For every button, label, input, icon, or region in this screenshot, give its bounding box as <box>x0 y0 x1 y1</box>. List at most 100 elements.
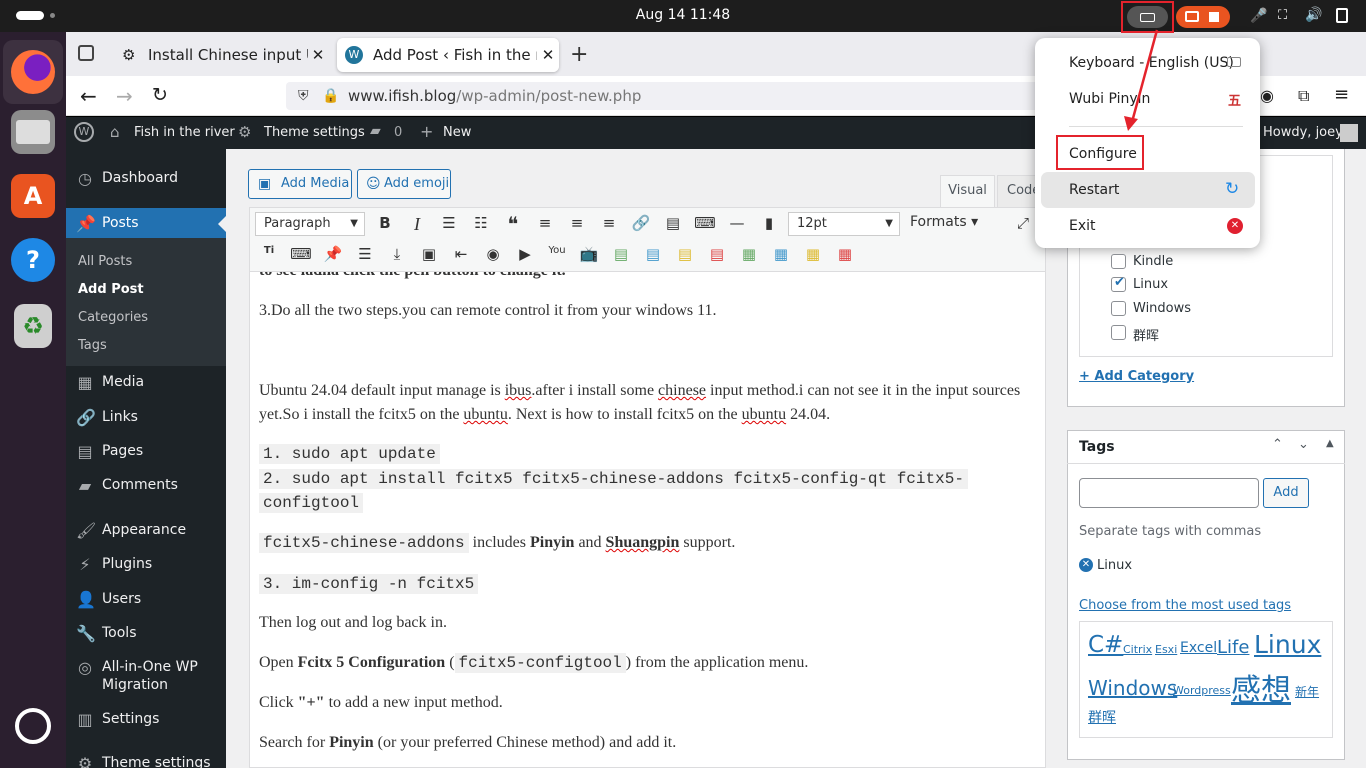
category-checkbox[interactable] <box>1111 325 1126 340</box>
red-box-icon[interactable]: ▤ <box>706 245 728 263</box>
microphone-icon[interactable]: 🎤 <box>1250 8 1267 24</box>
files-icon[interactable] <box>11 110 55 154</box>
tag-cloud-item[interactable]: Linux <box>1254 630 1321 659</box>
blockquote-icon[interactable]: ❝ <box>502 212 524 236</box>
outdent-icon[interactable]: ⇤ <box>450 245 472 263</box>
url-bar[interactable]: ⛨ 🔒 www.ifish.blog/wp-admin/post-new.php <box>286 82 1046 110</box>
category-checkbox[interactable]: ✔ <box>1111 275 1126 292</box>
font-size-select[interactable]: 12pt ▼ <box>788 212 900 236</box>
tv-icon[interactable]: 📺 <box>578 245 600 263</box>
tag-cloud-item[interactable]: 新年 <box>1295 683 1319 700</box>
horizontal-line-icon[interactable]: — <box>726 214 748 232</box>
sidebar-item-settings[interactable]: ▥ Settings <box>66 711 226 733</box>
close-tab-icon[interactable]: ✕ <box>308 38 328 72</box>
show-apps-icon[interactable] <box>15 708 51 744</box>
move-down-icon[interactable]: ⌄ <box>1298 437 1309 452</box>
firefox-icon[interactable] <box>3 40 63 104</box>
keyboard-toolbar-icon[interactable]: ⌨ <box>694 214 716 232</box>
trash-icon[interactable]: ♻ <box>14 304 52 348</box>
sidebar-item-all-in-one-wp[interactable]: ◎ All-in-One WP Migration <box>66 659 226 694</box>
pin-icon[interactable]: 📌 <box>322 245 344 263</box>
help-icon[interactable]: ? <box>11 238 55 282</box>
download-icon[interactable]: ⤓ <box>386 245 408 263</box>
align-center-icon[interactable]: ≡ <box>566 214 588 232</box>
tag-cloud-item[interactable]: Wordpress <box>1173 684 1231 697</box>
submenu-tags[interactable]: Tags <box>78 338 107 353</box>
account-icon[interactable]: ◉ <box>1260 86 1274 105</box>
stack-icon[interactable]: ☰ <box>354 245 376 263</box>
read-more-icon[interactable]: ▤ <box>662 214 684 232</box>
add-category-link[interactable]: + Add Category <box>1079 369 1194 384</box>
sidebar-item-plugins[interactable]: ⚡ Plugins <box>66 556 226 578</box>
link-icon[interactable]: 🔗 <box>630 214 652 232</box>
formats-menu[interactable]: Formats ▾ <box>910 214 978 230</box>
sidebar-item-links[interactable]: 🔗 Links <box>66 409 226 431</box>
choose-tags-link[interactable]: Choose from the most used tags <box>1079 598 1291 613</box>
add-tag-button[interactable]: Add <box>1263 478 1309 508</box>
sidebar-item-comments[interactable]: ▰ Comments <box>66 477 226 499</box>
editor-body[interactable]: to see ladna click the pen button to cha… <box>250 272 1045 768</box>
tag-cloud-item[interactable]: Esxi <box>1155 643 1177 656</box>
keyboard-icon[interactable]: ⌨ <box>290 245 312 263</box>
new-tab-button[interactable]: + <box>570 42 588 67</box>
tag-cloud-item[interactable]: Windows <box>1088 676 1177 700</box>
sidebar-item-dashboard[interactable]: ◷ Dashboard <box>66 170 226 192</box>
tab-list-icon[interactable] <box>78 45 94 61</box>
howdy-user[interactable]: Howdy, joey <box>1263 125 1343 140</box>
sidebar-item-users[interactable]: 👤 Users <box>66 591 226 613</box>
align-right-icon[interactable]: ≡ <box>598 214 620 232</box>
add-media-button[interactable]: ▣ Add Media <box>248 169 352 199</box>
back-icon[interactable]: ← <box>80 84 97 108</box>
menu-icon[interactable]: ≡ <box>1334 84 1349 105</box>
reload-icon[interactable]: ↻ <box>152 84 168 106</box>
youtube-icon[interactable]: You <box>546 245 568 256</box>
red-list-icon[interactable]: ▦ <box>834 245 856 263</box>
avatar[interactable] <box>1340 124 1358 142</box>
tag-cloud-item[interactable]: C# <box>1088 632 1123 658</box>
yellow-box-icon[interactable]: ▤ <box>674 245 696 263</box>
volume-icon[interactable]: 🔊 <box>1305 7 1322 23</box>
tag-cloud-item[interactable]: Citrix <box>1123 643 1152 656</box>
sidebar-item-tools[interactable]: 🔧 Tools <box>66 625 226 647</box>
yellow-list-icon[interactable]: ▦ <box>802 245 824 263</box>
menu-item-restart[interactable]: Restart <box>1069 182 1119 198</box>
theme-settings-link[interactable]: Theme settings <box>264 125 365 140</box>
submenu-categories[interactable]: Categories <box>78 310 148 325</box>
format-select[interactable]: Paragraph ▼ <box>255 212 365 236</box>
sidebar-item-theme-settings[interactable]: ⚙ Theme settings <box>66 755 226 768</box>
screen-share-indicator[interactable] <box>1176 6 1230 28</box>
sidebar-item-pages[interactable]: ▤ Pages <box>66 443 226 465</box>
tag-input[interactable] <box>1079 478 1259 508</box>
blue-list-icon[interactable]: ▦ <box>770 245 792 263</box>
sidebar-item-posts[interactable]: 📌 Posts <box>66 215 226 237</box>
tab-add-post[interactable]: W Add Post ‹ Fish in the river ✕ <box>337 38 559 72</box>
comments-count[interactable]: 0 <box>394 125 402 140</box>
site-name-link[interactable]: Fish in the river <box>134 125 235 140</box>
new-content-link[interactable]: New <box>443 125 471 140</box>
collapse-icon[interactable]: ▲ <box>1326 438 1334 449</box>
extensions-icon[interactable]: ⧉ <box>1298 86 1309 106</box>
green-box-icon[interactable]: ▤ <box>610 245 632 263</box>
tag-cloud-item[interactable]: Excel <box>1180 640 1217 656</box>
green-list-icon[interactable]: ▦ <box>738 245 760 263</box>
category-checkbox[interactable] <box>1111 301 1126 316</box>
tag-cloud-item[interactable]: 群晖 <box>1088 707 1116 727</box>
title-icon[interactable]: Ti <box>258 245 280 256</box>
network-icon[interactable]: ⛶ <box>1278 8 1287 23</box>
numbered-list-icon[interactable]: ☷ <box>470 214 492 232</box>
italic-icon[interactable]: I <box>406 214 428 235</box>
battery-icon[interactable] <box>1336 8 1348 23</box>
category-checkbox[interactable] <box>1111 254 1126 269</box>
bold-icon[interactable]: B <box>374 214 396 232</box>
play-icon[interactable]: ▶ <box>514 245 536 263</box>
forward-icon[interactable]: → <box>116 84 133 108</box>
tag-cloud-item[interactable]: Life <box>1217 637 1249 658</box>
bullet-list-icon[interactable]: ☰ <box>438 214 460 232</box>
tab-visual[interactable]: Visual <box>940 175 995 207</box>
app-center-icon[interactable]: A <box>11 174 55 218</box>
remove-tag-icon[interactable]: ✕ <box>1079 558 1093 572</box>
spiral-icon[interactable]: ◉ <box>482 245 504 263</box>
image-icon[interactable]: ▣ <box>418 245 440 263</box>
add-emoji-button[interactable]: ☺ Add emoji <box>357 169 451 199</box>
wp-logo-icon[interactable]: W <box>74 122 94 142</box>
